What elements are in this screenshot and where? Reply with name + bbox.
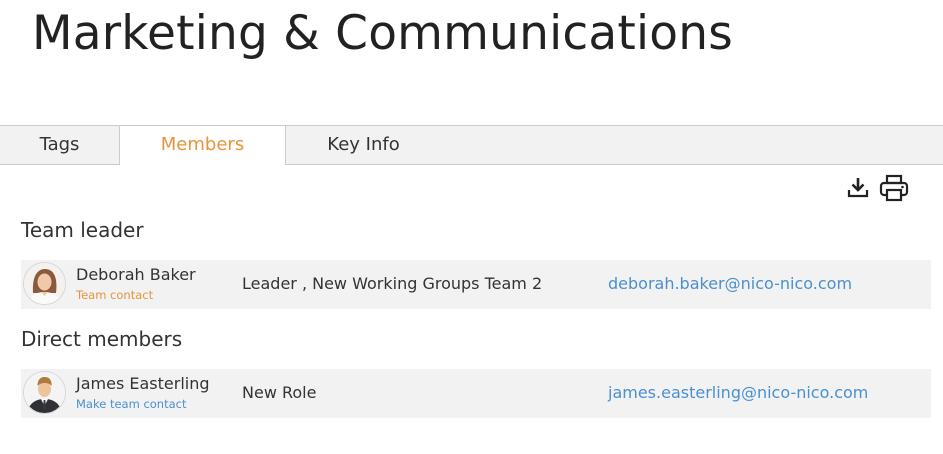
direct-members-heading: Direct members <box>21 327 183 351</box>
avatar <box>23 371 66 414</box>
page-title: Marketing & Communications <box>32 6 733 61</box>
printer-icon[interactable] <box>879 174 909 202</box>
tab-key-info[interactable]: Key Info <box>286 126 441 164</box>
member-name: James Easterling <box>76 374 210 393</box>
member-email-link[interactable]: deborah.baker@nico-nico.com <box>608 274 852 293</box>
member-email-link[interactable]: james.easterling@nico-nico.com <box>608 383 868 402</box>
page: Marketing & Communications Tags Members … <box>0 0 943 454</box>
member-row: James Easterling Make team contact New R… <box>21 369 931 418</box>
team-leader-heading: Team leader <box>21 218 144 242</box>
tab-members[interactable]: Members <box>119 126 286 165</box>
tab-tags[interactable]: Tags <box>0 126 119 164</box>
make-team-contact-link[interactable]: Make team contact <box>76 397 186 411</box>
download-icon[interactable] <box>846 175 870 199</box>
member-row: Deborah Baker Team contact Leader , New … <box>21 260 931 309</box>
team-contact-label[interactable]: Team contact <box>76 288 153 302</box>
tab-bar: Tags Members Key Info <box>0 125 943 165</box>
member-role: Leader , New Working Groups Team 2 <box>242 274 543 293</box>
avatar <box>23 262 66 305</box>
member-name: Deborah Baker <box>76 265 196 284</box>
member-role: New Role <box>242 383 317 402</box>
